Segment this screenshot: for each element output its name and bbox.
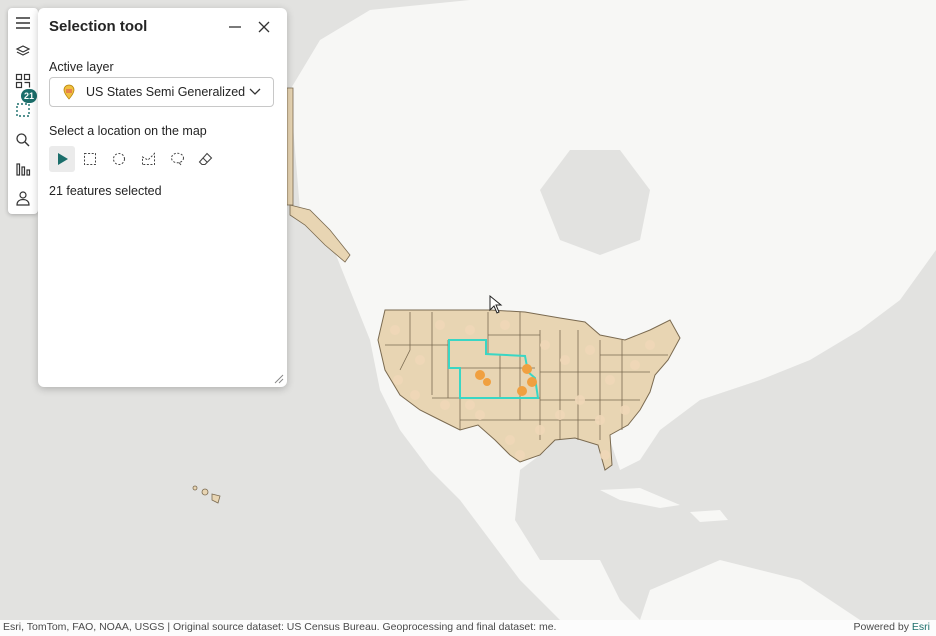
map-toolbar: 21	[8, 8, 38, 214]
circle-select-icon	[113, 153, 125, 165]
powered-by: Powered by Esri	[854, 621, 930, 633]
powered-by-label: Powered by	[853, 621, 909, 633]
selection-icon[interactable]: 21	[8, 89, 38, 123]
search-icon[interactable]	[8, 127, 38, 153]
chevron-down-icon	[249, 88, 261, 95]
close-button[interactable]	[254, 18, 274, 36]
active-layer-dropdown[interactable]: US States Semi Generalized	[49, 77, 274, 107]
layer-pin-icon	[63, 84, 75, 100]
selection-count-badge: 21	[21, 89, 37, 103]
chart-icon[interactable]	[8, 156, 38, 182]
clear-selection-button[interactable]	[192, 146, 218, 172]
active-layer-value: US States Semi Generalized	[86, 85, 246, 99]
point-select-icon	[58, 153, 68, 165]
user-icon[interactable]	[8, 185, 38, 211]
alaska	[286, 87, 294, 206]
rectangle-select-icon	[84, 153, 96, 165]
circle-select-button[interactable]	[106, 146, 132, 172]
attribution-bar: Esri, TomTom, FAO, NOAA, USGS | Original…	[0, 620, 936, 636]
lasso-select-button[interactable]	[164, 146, 190, 172]
eraser-icon	[198, 152, 212, 166]
resize-grip-icon[interactable]	[274, 374, 284, 384]
polygon-select-icon	[141, 152, 155, 165]
minimize-button[interactable]	[225, 18, 245, 36]
active-layer-label: Active layer	[49, 60, 114, 74]
lasso-select-icon	[170, 152, 184, 166]
instruction-label: Select a location on the map	[49, 124, 207, 138]
layers-icon[interactable]	[8, 39, 38, 65]
rectangle-select-button[interactable]	[77, 146, 103, 172]
polygon-select-button[interactable]	[135, 146, 161, 172]
point-select-button[interactable]	[49, 146, 75, 172]
selection-tool-panel: Selection tool Active layer US States Se…	[38, 8, 287, 387]
panel-title: Selection tool	[49, 18, 148, 35]
esri-link[interactable]: Esri	[912, 621, 930, 633]
selection-status: 21 features selected	[49, 184, 162, 198]
close-icon	[258, 21, 270, 33]
attribution-text: Esri, TomTom, FAO, NOAA, USGS | Original…	[3, 621, 557, 633]
minimize-icon	[229, 26, 241, 28]
menu-icon[interactable]	[8, 10, 38, 36]
